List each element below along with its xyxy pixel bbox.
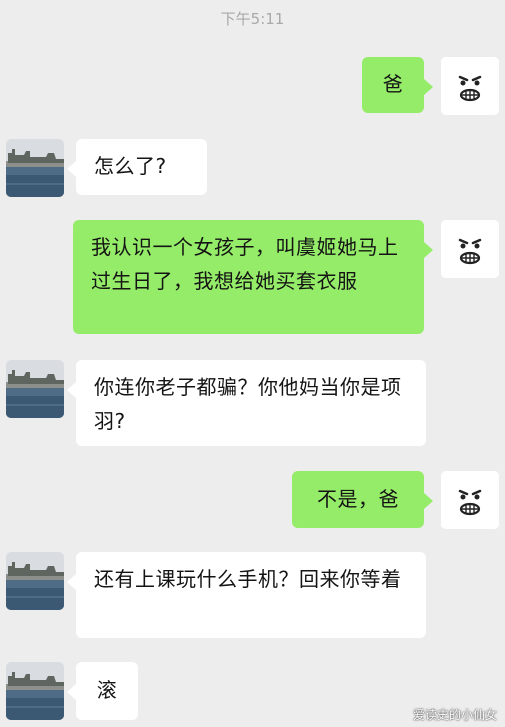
message-bubble-sent[interactable]: 不是，爸 [292,471,433,528]
user-avatar[interactable] [441,57,499,115]
harbor-photo-icon [6,662,64,720]
contact-avatar[interactable] [6,360,64,418]
message-bubble-sent[interactable]: 爸 [362,57,433,113]
user-avatar[interactable] [441,220,499,278]
contact-avatar[interactable] [6,552,64,610]
harbor-photo-icon [6,552,64,610]
timestamp: 下午5:11 [220,10,285,28]
message-bubble-received[interactable]: 滚 [67,662,138,720]
contact-avatar[interactable] [6,662,64,720]
harbor-photo-icon [6,139,64,197]
message-bubble-received[interactable]: 你连你老子都骗？你他妈当你是项羽? [67,360,426,446]
chat-screen: 下午5:11 爸 怎么了? 我认识一个女孩子，叫虞姬她马上过生日了，我想给她买套… [0,0,505,727]
grinning-face-icon [441,57,499,115]
user-avatar[interactable] [441,471,499,529]
watermark: 爱读史的小仙女 [412,708,497,722]
grinning-face-icon [441,471,499,529]
message-bubble-received[interactable]: 还有上课玩什么手机？回来你等着 [67,552,426,638]
grinning-face-icon [441,220,499,278]
message-bubble-sent[interactable]: 我认识一个女孩子，叫虞姬她马上过生日了，我想给她买套衣服 [73,220,433,334]
contact-avatar[interactable] [6,139,64,197]
harbor-photo-icon [6,360,64,418]
message-bubble-received[interactable]: 怎么了? [67,139,207,195]
